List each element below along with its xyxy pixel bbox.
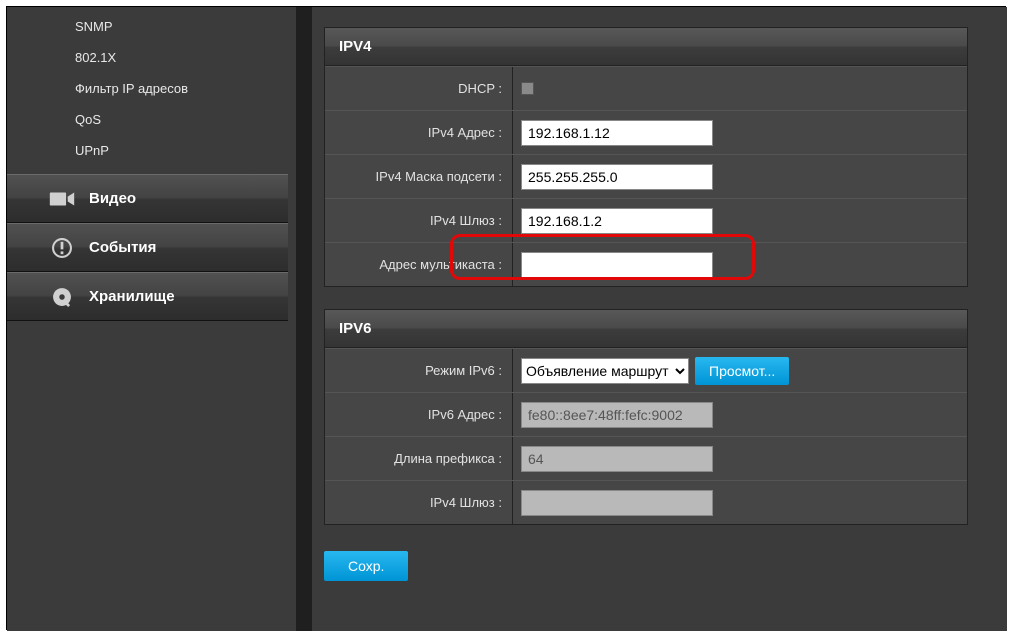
- value-ipv4-addr: [513, 111, 967, 154]
- sidebar: SNMP 802.1X Фильтр IP адресов QoS UPnP В…: [7, 7, 288, 631]
- label-ipv4-mask: IPv4 Маска подсети :: [325, 155, 513, 198]
- label-ipv6-addr: IPv6 Адрес :: [325, 393, 513, 436]
- nav-storage[interactable]: Хранилище: [7, 272, 288, 321]
- label-ipv6-gateway: IPv4 Шлюз :: [325, 481, 513, 524]
- label-ipv4-addr: IPv4 Адрес :: [325, 111, 513, 154]
- value-ipv6-mode: Объявление маршрут Просмот...: [513, 349, 967, 392]
- ipv6-mode-select[interactable]: Объявление маршрут: [521, 358, 689, 384]
- row-ipv4-addr: IPv4 Адрес :: [325, 110, 967, 154]
- label-ipv6-mode: Режим IPv6 :: [325, 349, 513, 392]
- dhcp-checkbox[interactable]: [521, 82, 534, 95]
- disk-icon: [49, 286, 75, 308]
- ipv6-prefix-input: [521, 446, 713, 472]
- ipv4-multicast-input[interactable]: [521, 252, 713, 278]
- nav-video-label: Видео: [89, 190, 136, 207]
- value-dhcp: [513, 67, 967, 110]
- ipv4-address-input[interactable]: [521, 120, 713, 146]
- label-dhcp: DHCP :: [325, 67, 513, 110]
- row-ipv4-mask: IPv4 Маска подсети :: [325, 154, 967, 198]
- sidebar-sub-upnp[interactable]: UPnP: [7, 135, 288, 166]
- alert-icon: [49, 237, 75, 259]
- value-ipv4-mask: [513, 155, 967, 198]
- value-ipv6-gateway: [513, 481, 967, 524]
- ipv6-panel: IPV6 Режим IPv6 : Объявление маршрут Про…: [324, 309, 968, 525]
- row-ipv6-addr: IPv6 Адрес :: [325, 392, 967, 436]
- sidebar-sub-ipfilter[interactable]: Фильтр IP адресов: [7, 73, 288, 104]
- ipv6-view-button[interactable]: Просмот...: [695, 357, 789, 385]
- content-left-gutter: [296, 7, 312, 631]
- ipv4-gateway-input[interactable]: [521, 208, 713, 234]
- save-row: Сохр.: [324, 547, 974, 581]
- nav-events[interactable]: События: [7, 223, 288, 272]
- ipv4-panel: IPV4 DHCP : IPv4 Адрес : IPv4 Маска подс…: [324, 27, 968, 287]
- panel-wrap: IPV4 DHCP : IPv4 Адрес : IPv4 Маска подс…: [324, 27, 974, 581]
- row-ipv6-mode: Режим IPv6 : Объявление маршрут Просмот.…: [325, 348, 967, 392]
- ipv6-gateway-input: [521, 490, 713, 516]
- nav-events-label: События: [89, 239, 156, 256]
- ipv6-address-input: [521, 402, 713, 428]
- label-ipv4-multicast: Адрес мультикаста :: [325, 243, 513, 286]
- row-dhcp: DHCP :: [325, 66, 967, 110]
- row-ipv4-multicast: Адрес мультикаста :: [325, 242, 967, 286]
- sidebar-sublist: SNMP 802.1X Фильтр IP адресов QoS UPnP: [7, 7, 288, 174]
- row-ipv6-prefix: Длина префикса :: [325, 436, 967, 480]
- sidebar-sub-8021x[interactable]: 802.1X: [7, 42, 288, 73]
- label-ipv4-gateway: IPv4 Шлюз :: [325, 199, 513, 242]
- sidebar-sub-qos[interactable]: QoS: [7, 104, 288, 135]
- value-ipv6-addr: [513, 393, 967, 436]
- ipv6-title: IPV6: [325, 310, 967, 348]
- nav-video[interactable]: Видео: [7, 174, 288, 223]
- ipv4-mask-input[interactable]: [521, 164, 713, 190]
- value-ipv4-gateway: [513, 199, 967, 242]
- row-ipv6-gateway: IPv4 Шлюз :: [325, 480, 967, 524]
- app-frame: SNMP 802.1X Фильтр IP адресов QoS UPnP В…: [6, 6, 1006, 630]
- nav-storage-label: Хранилище: [89, 288, 175, 305]
- label-ipv6-prefix: Длина префикса :: [325, 437, 513, 480]
- sidebar-sub-snmp[interactable]: SNMP: [7, 11, 288, 42]
- content-area: IPV4 DHCP : IPv4 Адрес : IPv4 Маска подс…: [288, 7, 1007, 631]
- ipv4-title: IPV4: [325, 28, 967, 66]
- value-ipv4-multicast: [513, 243, 967, 286]
- value-ipv6-prefix: [513, 437, 967, 480]
- save-button[interactable]: Сохр.: [324, 551, 408, 581]
- row-ipv4-gateway: IPv4 Шлюз :: [325, 198, 967, 242]
- camera-icon: [49, 188, 75, 210]
